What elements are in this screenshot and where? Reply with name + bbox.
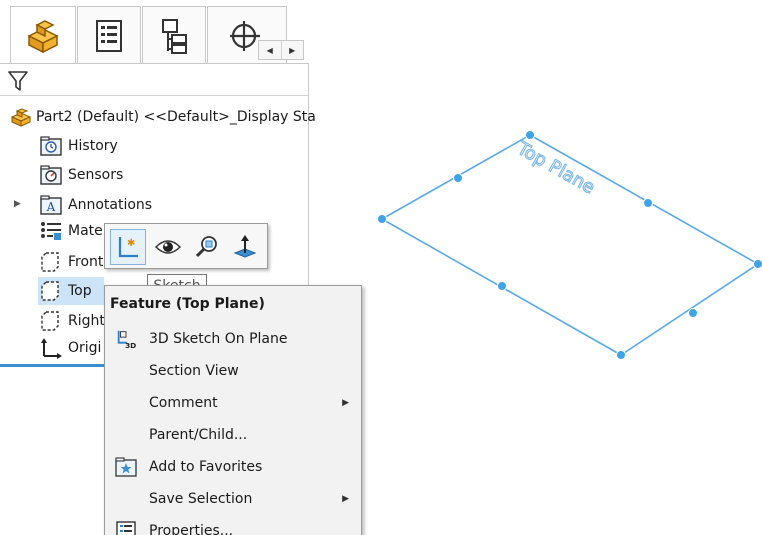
plane-handle[interactable] (643, 198, 653, 208)
top-plane-preview[interactable]: Top Plane (310, 0, 762, 535)
plane-handle[interactable] (525, 130, 535, 140)
tree-root-part[interactable]: Part2 (Default) <<Default>_Display Sta (10, 103, 316, 131)
tab-configuration-manager[interactable] (142, 6, 206, 64)
tree-item-sensors[interactable]: Sensors (40, 161, 123, 189)
tree-item-material[interactable]: Mate (40, 217, 103, 245)
plane-handle[interactable] (453, 173, 463, 183)
plane-handle[interactable] (377, 214, 387, 224)
tree-item-top-plane[interactable]: Top (38, 277, 104, 305)
history-icon (40, 135, 62, 157)
plane-icon (40, 251, 62, 273)
menu-item-label: Add to Favorites (149, 459, 263, 475)
eye-icon (155, 240, 181, 254)
plane-handle[interactable] (753, 259, 762, 269)
manager-tab-bar: ◀ ▶ (0, 0, 309, 64)
configuration-manager-icon (162, 18, 187, 54)
plane-icon (40, 310, 62, 332)
plane-icon (40, 280, 62, 302)
property-manager-icon (96, 19, 122, 52)
properties-icon (115, 520, 137, 535)
tree-item-label: Mate (68, 223, 103, 239)
plane-label: Top Plane (513, 138, 599, 199)
plane-handle[interactable] (497, 281, 507, 291)
svg-text:✱: ✱ (127, 238, 135, 249)
context-toolbar: ✱ (104, 223, 268, 269)
menu-header: Feature (Top Plane) (110, 296, 265, 312)
show-hide-button[interactable] (150, 229, 186, 265)
svg-text:3D: 3D (125, 341, 136, 350)
filter-bar (0, 64, 309, 96)
expand-arrow-icon[interactable]: ▶ (14, 199, 21, 209)
tab-property-manager[interactable] (77, 6, 141, 64)
tree-item-label: Top (68, 283, 92, 299)
filter-icon[interactable] (8, 70, 28, 92)
origin-icon (40, 337, 62, 359)
material-icon (40, 220, 62, 242)
tab-feature-manager[interactable] (10, 6, 76, 64)
sketch-icon: ✱ (118, 237, 138, 258)
favorites-icon (115, 456, 137, 478)
feature-manager-icon (27, 19, 59, 53)
tree-item-label: Origi (68, 340, 102, 356)
annotations-icon: A (40, 194, 62, 216)
sensors-icon (40, 164, 62, 186)
tree-item-label: Right (68, 313, 105, 329)
tree-item-label: Sensors (68, 167, 124, 183)
plane-normal-icon (233, 235, 257, 258)
3d-sketch-icon: 3D (115, 328, 137, 350)
tree-root-label: Part2 (Default) <<Default>_Display Sta (36, 109, 316, 125)
plane-handle[interactable] (616, 350, 626, 360)
menu-item-label: Section View (149, 363, 239, 379)
scroll-right-button[interactable]: ▶ (282, 41, 304, 59)
tree-item-label: Annotations (68, 197, 153, 213)
tree-item-label: History (68, 138, 118, 154)
graphics-viewport[interactable]: Top Plane (310, 0, 762, 535)
tree-item-history[interactable]: History (40, 132, 118, 160)
svg-text:A: A (46, 200, 56, 214)
menu-item-label: Comment (149, 395, 218, 411)
plane-handle[interactable] (688, 308, 698, 318)
part-icon (10, 106, 32, 128)
menu-item-label: Parent/Child... (149, 427, 248, 443)
tree-item-origin[interactable]: Origi (40, 334, 101, 362)
menu-item-label: 3D Sketch On Plane (149, 331, 288, 347)
zoom-to-selection-icon (195, 236, 217, 258)
menu-item-label: Save Selection (149, 491, 253, 507)
tree-item-annotations[interactable]: A Annotations (40, 191, 152, 219)
scroll-left-button[interactable]: ◀ (259, 41, 282, 59)
normal-to-button[interactable] (189, 229, 225, 265)
tree-item-right-plane[interactable]: Right (40, 307, 105, 335)
tab-scroll-arrows: ◀ ▶ (258, 40, 304, 60)
offset-plane-button[interactable] (227, 229, 263, 265)
menu-item-label: Properties... (149, 523, 234, 535)
sketch-button[interactable]: ✱ (110, 229, 146, 265)
tree-item-front-plane[interactable]: Front (40, 248, 103, 276)
tree-item-label: Front (68, 254, 104, 270)
